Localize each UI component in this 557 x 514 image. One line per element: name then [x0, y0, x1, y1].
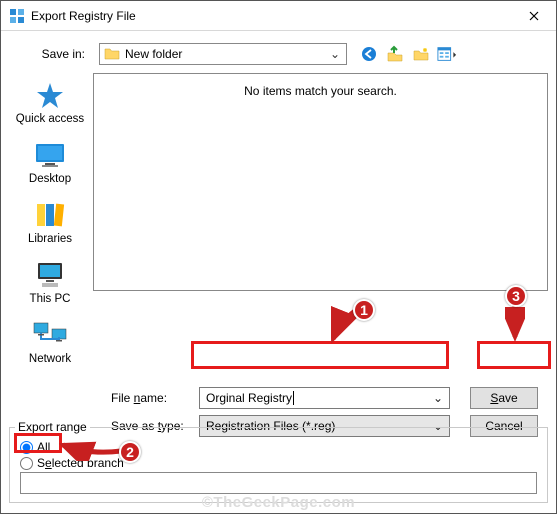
back-icon[interactable] — [359, 44, 379, 64]
place-label: Quick access — [9, 113, 91, 125]
folder-icon — [104, 46, 120, 62]
toolbar — [359, 44, 457, 64]
filename-label: File name: — [111, 391, 199, 405]
radio-all-input[interactable] — [20, 441, 33, 454]
filename-value: Orginal Registry — [206, 391, 433, 406]
regedit-icon — [9, 8, 25, 24]
place-label: Desktop — [9, 173, 91, 185]
place-desktop[interactable]: Desktop — [9, 139, 91, 185]
titlebar: Export Registry File — [1, 1, 556, 31]
save-button[interactable]: Save — [470, 387, 538, 409]
content-row: Quick access Desktop Libraries — [9, 73, 548, 379]
empty-message: No items match your search. — [94, 84, 547, 98]
place-network[interactable]: Network — [9, 319, 91, 365]
quick-access-icon — [32, 79, 68, 111]
export-range-group: Export range All Selected branch — [9, 413, 548, 503]
filename-row: File name: Orginal Registry ⌄ Save — [111, 387, 548, 409]
this-pc-icon — [32, 259, 68, 291]
views-icon[interactable] — [437, 44, 457, 64]
radio-all[interactable]: All — [20, 440, 537, 454]
network-icon — [32, 319, 68, 351]
chevron-down-icon: ⌄ — [433, 391, 443, 405]
export-range-box: All Selected branch — [9, 427, 548, 503]
place-label: Network — [9, 353, 91, 365]
places-bar: Quick access Desktop Libraries — [9, 73, 91, 379]
desktop-icon — [32, 139, 68, 171]
save-in-row: Save in: New folder ⌄ — [9, 43, 548, 65]
close-button[interactable] — [512, 1, 556, 31]
place-quick-access[interactable]: Quick access — [9, 79, 91, 125]
export-range-label: Export range — [15, 420, 90, 434]
branch-input[interactable] — [20, 472, 537, 494]
filename-input[interactable]: Orginal Registry ⌄ — [199, 387, 450, 409]
save-in-combo[interactable]: New folder ⌄ — [99, 43, 347, 65]
file-listing[interactable]: No items match your search. — [93, 73, 548, 291]
place-libraries[interactable]: Libraries — [9, 199, 91, 245]
save-in-value: New folder — [125, 47, 328, 61]
dialog-body: Save in: New folder ⌄ — [1, 31, 556, 443]
window-title: Export Registry File — [31, 9, 512, 23]
radio-selected-input[interactable] — [20, 457, 33, 470]
libraries-icon — [32, 199, 68, 231]
place-label: This PC — [9, 293, 91, 305]
save-in-label: Save in: — [9, 47, 99, 61]
export-dialog: Export Registry File Save in: New folder… — [0, 0, 557, 514]
up-icon[interactable] — [385, 44, 405, 64]
place-label: Libraries — [9, 233, 91, 245]
new-folder-icon[interactable] — [411, 44, 431, 64]
place-this-pc[interactable]: This PC — [9, 259, 91, 305]
radio-selected-branch[interactable]: Selected branch — [20, 456, 537, 470]
chevron-down-icon: ⌄ — [328, 47, 342, 61]
